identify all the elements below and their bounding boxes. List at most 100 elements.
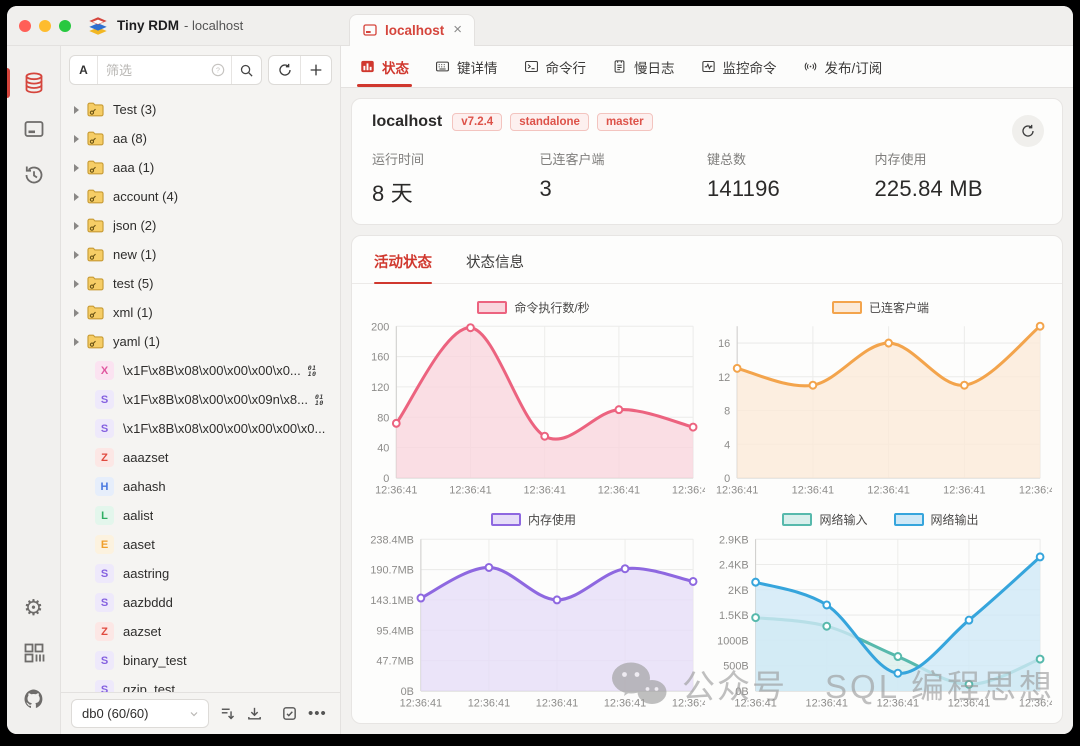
key-name: \x1F\x8B\x08\x00\x00\x00\x0...	[123, 363, 301, 378]
chart-legend: 已连客户端	[709, 296, 1052, 318]
caret-right-icon[interactable]	[74, 251, 79, 259]
load-more-button[interactable]	[219, 705, 236, 722]
left-rail: ⚙	[7, 46, 61, 734]
stat-内存使用: 内存使用225.84 MB	[875, 149, 1043, 208]
tree-folder-new[interactable]: new (1)	[61, 240, 340, 269]
tree-key-aalist[interactable]: L aalist 0110	[61, 501, 340, 530]
tree-folder-aaa[interactable]: aaa (1)	[61, 153, 340, 182]
svg-text:2KB: 2KB	[728, 584, 749, 596]
tree-key-aazbddd[interactable]: S aazbddd 0110	[61, 588, 340, 617]
tree-folder-yaml[interactable]: yaml (1)	[61, 327, 340, 356]
tree-key-_x1F_x8B_x08_x00_x00_x09n_x8_[interactable]: S \x1F\x8B\x08\x00\x00\x09n\x8... 0110	[61, 385, 340, 414]
filter-group: A ?	[69, 55, 262, 85]
rail-item-github-icon[interactable]	[7, 676, 60, 722]
rail-item-history-icon[interactable]	[7, 152, 60, 198]
connection-tab-localhost[interactable]: localhost ×	[349, 14, 475, 46]
svg-text:?: ?	[216, 68, 220, 75]
server-badge: standalone	[510, 113, 589, 131]
nav-tab-监控命令[interactable]: 监控命令	[688, 46, 790, 87]
svg-text:1.5KB: 1.5KB	[719, 610, 749, 622]
refresh-status-button[interactable]	[1012, 115, 1044, 147]
caret-right-icon[interactable]	[74, 338, 79, 346]
caret-right-icon[interactable]	[74, 309, 79, 317]
activity-card: 活动状态 状态信息 命令执行数/秒 12:36:41 12:36:41 12:36:41…	[351, 235, 1063, 724]
sub-tab-活动状态[interactable]: 活动状态	[374, 251, 432, 283]
nav-tab-发布/订阅[interactable]: 发布/订阅	[790, 46, 896, 87]
filter-mode-button[interactable]: A	[70, 56, 98, 84]
key-name: aaset	[123, 537, 155, 552]
keyboard-icon	[435, 59, 450, 74]
legend-item-内存使用[interactable]: 内存使用	[491, 511, 576, 528]
chevron-down-icon	[188, 708, 200, 720]
load-all-button[interactable]	[246, 705, 263, 722]
svg-text:80: 80	[377, 412, 389, 424]
rail-item-server-icon[interactable]	[7, 106, 60, 152]
tree-folder-json[interactable]: json (2)	[61, 211, 340, 240]
svg-text:12: 12	[718, 372, 730, 384]
legend-item-命令执行数/秒[interactable]: 命令执行数/秒	[477, 299, 589, 316]
legend-item-网络输入[interactable]: 网络输入	[782, 511, 867, 528]
nav-tab-键详情[interactable]: 键详情	[422, 46, 511, 87]
rail-item-settings-gear-icon[interactable]: ⚙	[7, 586, 60, 630]
caret-right-icon[interactable]	[74, 164, 79, 172]
chart-已连客户端: 已连客户端12:36:4112:36:4112:36:4112:36:4112:…	[707, 292, 1054, 505]
caret-right-icon[interactable]	[74, 106, 79, 114]
tree-actions-group	[268, 55, 332, 85]
reload-keys-button[interactable]	[269, 56, 300, 84]
search-button[interactable]	[231, 56, 261, 84]
stat-label: 已连客户端	[540, 149, 708, 168]
legend-item-网络输出[interactable]: 网络输出	[894, 511, 979, 528]
db-selector[interactable]: db0 (60/60)	[71, 699, 209, 728]
close-window-button[interactable]	[19, 20, 31, 32]
legend-item-已连客户端[interactable]: 已连客户端	[832, 299, 929, 316]
svg-text:12:36:41: 12:36:41	[468, 697, 510, 709]
rail-item-layout-grid-icon[interactable]	[7, 630, 60, 676]
tree-folder-Test[interactable]: Test (3)	[61, 95, 340, 124]
nav-tab-慢日志[interactable]: 慢日志	[599, 46, 688, 87]
caret-right-icon[interactable]	[74, 280, 79, 288]
tree-key-aaset[interactable]: E aaset 0110	[61, 530, 340, 559]
key-type-badge: S	[95, 390, 114, 409]
sidebar-bottom-bar: db0 (60/60) •••	[61, 692, 340, 734]
close-tab-icon[interactable]: ×	[453, 25, 462, 35]
svg-text:12:36:41: 12:36:41	[806, 697, 848, 709]
tree-folder-xml[interactable]: xml (1)	[61, 298, 340, 327]
server-badge: v7.2.4	[452, 113, 502, 131]
list-load-icon	[219, 705, 236, 722]
tree-key-_x1F_x8B_x08_x00_x00_x00_x0_[interactable]: X \x1F\x8B\x08\x00\x00\x00\x0... 0110	[61, 356, 340, 385]
key-name: aastring	[123, 566, 169, 581]
tree-folder-test[interactable]: test (5)	[61, 269, 340, 298]
tree-key-aastring[interactable]: S aastring 0110	[61, 559, 340, 588]
tree-key-aahash[interactable]: H aahash 0110	[61, 472, 340, 501]
multi-select-button[interactable]	[281, 705, 298, 722]
tree-key-gzip_test[interactable]: S gzip_test 0110	[61, 675, 340, 692]
svg-text:12:36:41: 12:36:41	[400, 697, 442, 709]
nav-tab-命令行[interactable]: 命令行	[511, 46, 600, 87]
tree-folder-aa[interactable]: aa (8)	[61, 124, 340, 153]
tree-key-binary_test[interactable]: S binary_test 0110	[61, 646, 340, 675]
caret-right-icon[interactable]	[74, 193, 79, 201]
sub-tab-状态信息[interactable]: 状态信息	[466, 251, 524, 283]
legend-label: 命令执行数/秒	[514, 299, 589, 316]
tree-key-aazset[interactable]: Z aazset 0110	[61, 617, 340, 646]
traffic-lights	[19, 20, 71, 32]
caret-right-icon[interactable]	[74, 135, 79, 143]
svg-text:120: 120	[371, 382, 389, 394]
svg-text:12:36:41: 12:36:41	[734, 697, 776, 709]
app-logo-icon	[87, 15, 109, 37]
svg-text:12:36:41: 12:36:41	[792, 484, 834, 496]
server-head: localhost v7.2.4standalonemaster	[372, 113, 1042, 131]
main-panel: 状态键详情命令行慢日志监控命令发布/订阅 localhost v7.2.4sta…	[341, 46, 1073, 734]
tree-key-aaazset[interactable]: Z aaazset 0110	[61, 443, 340, 472]
tree-key-_x1F_x8B_x08_x00_x00_x00_x00_x[interactable]: S \x1F\x8B\x08\x00\x00\x00\x00\x0... 011…	[61, 414, 340, 443]
caret-right-icon[interactable]	[74, 222, 79, 230]
rail-item-database-icon[interactable]	[7, 60, 60, 106]
minimize-window-button[interactable]	[39, 20, 51, 32]
filter-input[interactable]	[98, 63, 211, 78]
tree-folder-account[interactable]: account (4)	[61, 182, 340, 211]
add-key-button[interactable]	[300, 56, 331, 84]
legend-label: 网络输入	[819, 511, 867, 528]
maximize-window-button[interactable]	[59, 20, 71, 32]
nav-tab-状态[interactable]: 状态	[347, 46, 422, 87]
more-actions-button[interactable]: •••	[308, 705, 327, 722]
